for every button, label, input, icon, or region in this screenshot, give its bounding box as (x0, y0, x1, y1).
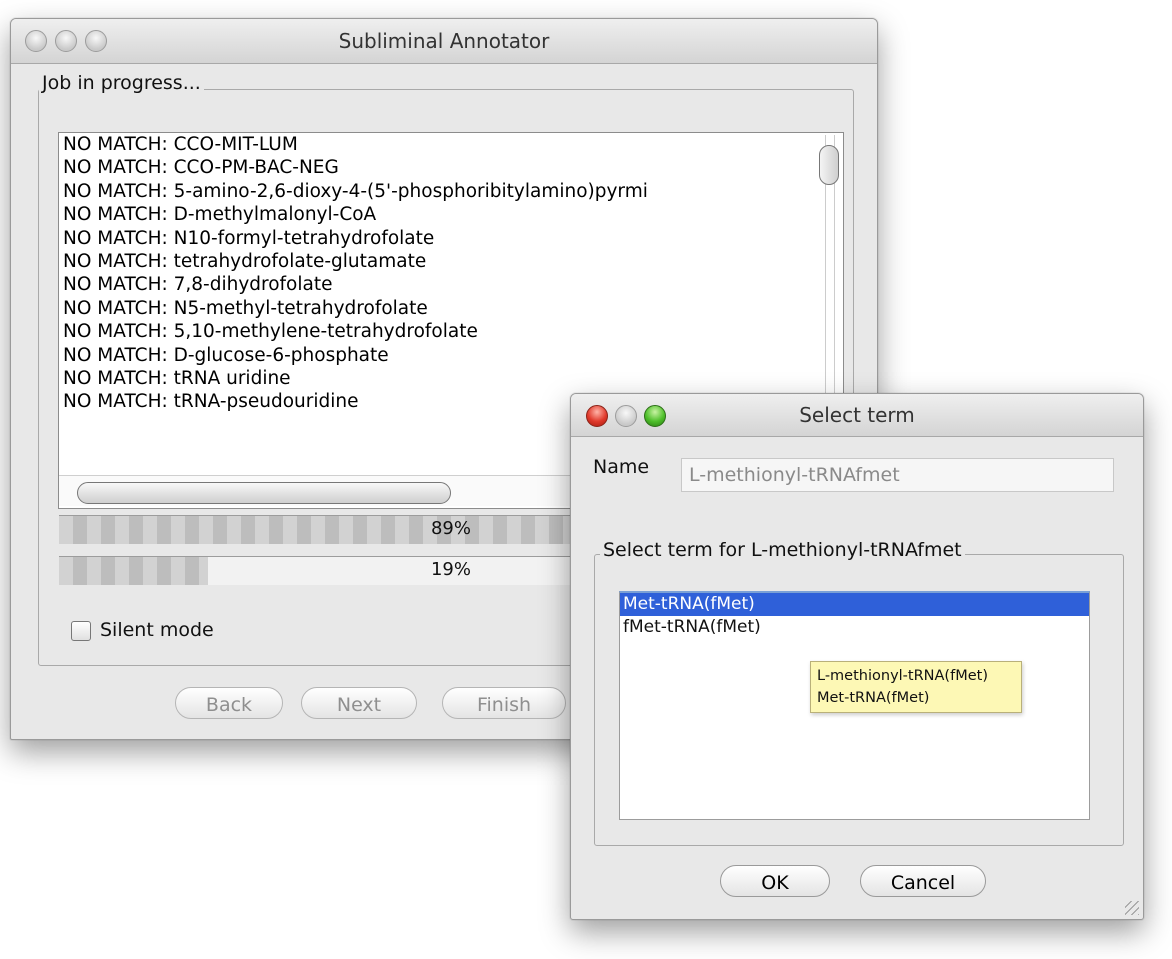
tooltip-line: L-methionyl-tRNA(fMet) (817, 668, 988, 684)
log-line: NO MATCH: tetrahydrofolate-glutamate (63, 250, 427, 272)
log-line: NO MATCH: CCO-PM-BAC-NEG (63, 157, 339, 179)
window-title: Subliminal Annotator (338, 29, 550, 53)
horizontal-scroll-thumb[interactable] (77, 482, 451, 504)
log-line: NO MATCH: 5-amino-2,6-dioxy-4-(5'-phosph… (63, 180, 648, 202)
dialog-title: Select term (799, 403, 915, 427)
resize-grip-icon[interactable] (1125, 901, 1139, 915)
finish-button[interactable]: Finish (442, 687, 566, 719)
log-line: NO MATCH: D-glucose-6-phosphate (63, 344, 389, 366)
silent-mode-label[interactable]: Silent mode (100, 619, 214, 641)
vertical-scrollbar[interactable] (817, 135, 841, 430)
tooltip-line: Met-tRNA(fMet) (817, 690, 930, 706)
log-line: NO MATCH: N5-methyl-tetrahydrofolate (63, 297, 428, 319)
log-line: NO MATCH: D-methylmalonyl-CoA (63, 204, 377, 226)
next-button[interactable]: Next (301, 687, 417, 719)
log-line: NO MATCH: 7,8-dihydrofolate (63, 274, 333, 296)
select-term-dialog: Select term Name Select term for L-methi… (570, 393, 1144, 920)
log-lines: NO MATCH: CCO-MIT-LUM NO MATCH: CCO-PM-BA… (59, 133, 843, 414)
vertical-scroll-thumb[interactable] (819, 145, 839, 185)
term-item-met-trna[interactable]: Met-tRNA(fMet) (620, 593, 1089, 616)
job-group-title: Job in progress... (39, 72, 204, 94)
back-button[interactable]: Back (175, 687, 283, 719)
log-line: NO MATCH: tRNA uridine (63, 367, 291, 389)
term-item-fmet-trna[interactable]: fMet-tRNA(fMet) (620, 616, 1089, 639)
log-line: NO MATCH: 5,10-methylene-tetrahydrofolat… (63, 321, 478, 343)
main-titlebar[interactable]: Subliminal Annotator (11, 19, 877, 64)
select-term-group-title: Select term for L-methionyl-tRNAfmet (600, 539, 965, 561)
term-tooltip: L-methionyl-tRNA(fMet) Met-tRNA(fMet) (810, 661, 1022, 713)
ok-button[interactable]: OK (720, 865, 830, 897)
dialog-titlebar[interactable]: Select term (571, 394, 1143, 437)
name-field[interactable] (681, 458, 1114, 492)
log-line: NO MATCH: N10-formyl-tetrahydrofolate (63, 227, 435, 249)
silent-mode-checkbox[interactable] (71, 621, 91, 641)
name-label: Name (593, 456, 650, 478)
cancel-button[interactable]: Cancel (860, 865, 986, 897)
log-line: NO MATCH: CCO-MIT-LUM (63, 134, 298, 155)
